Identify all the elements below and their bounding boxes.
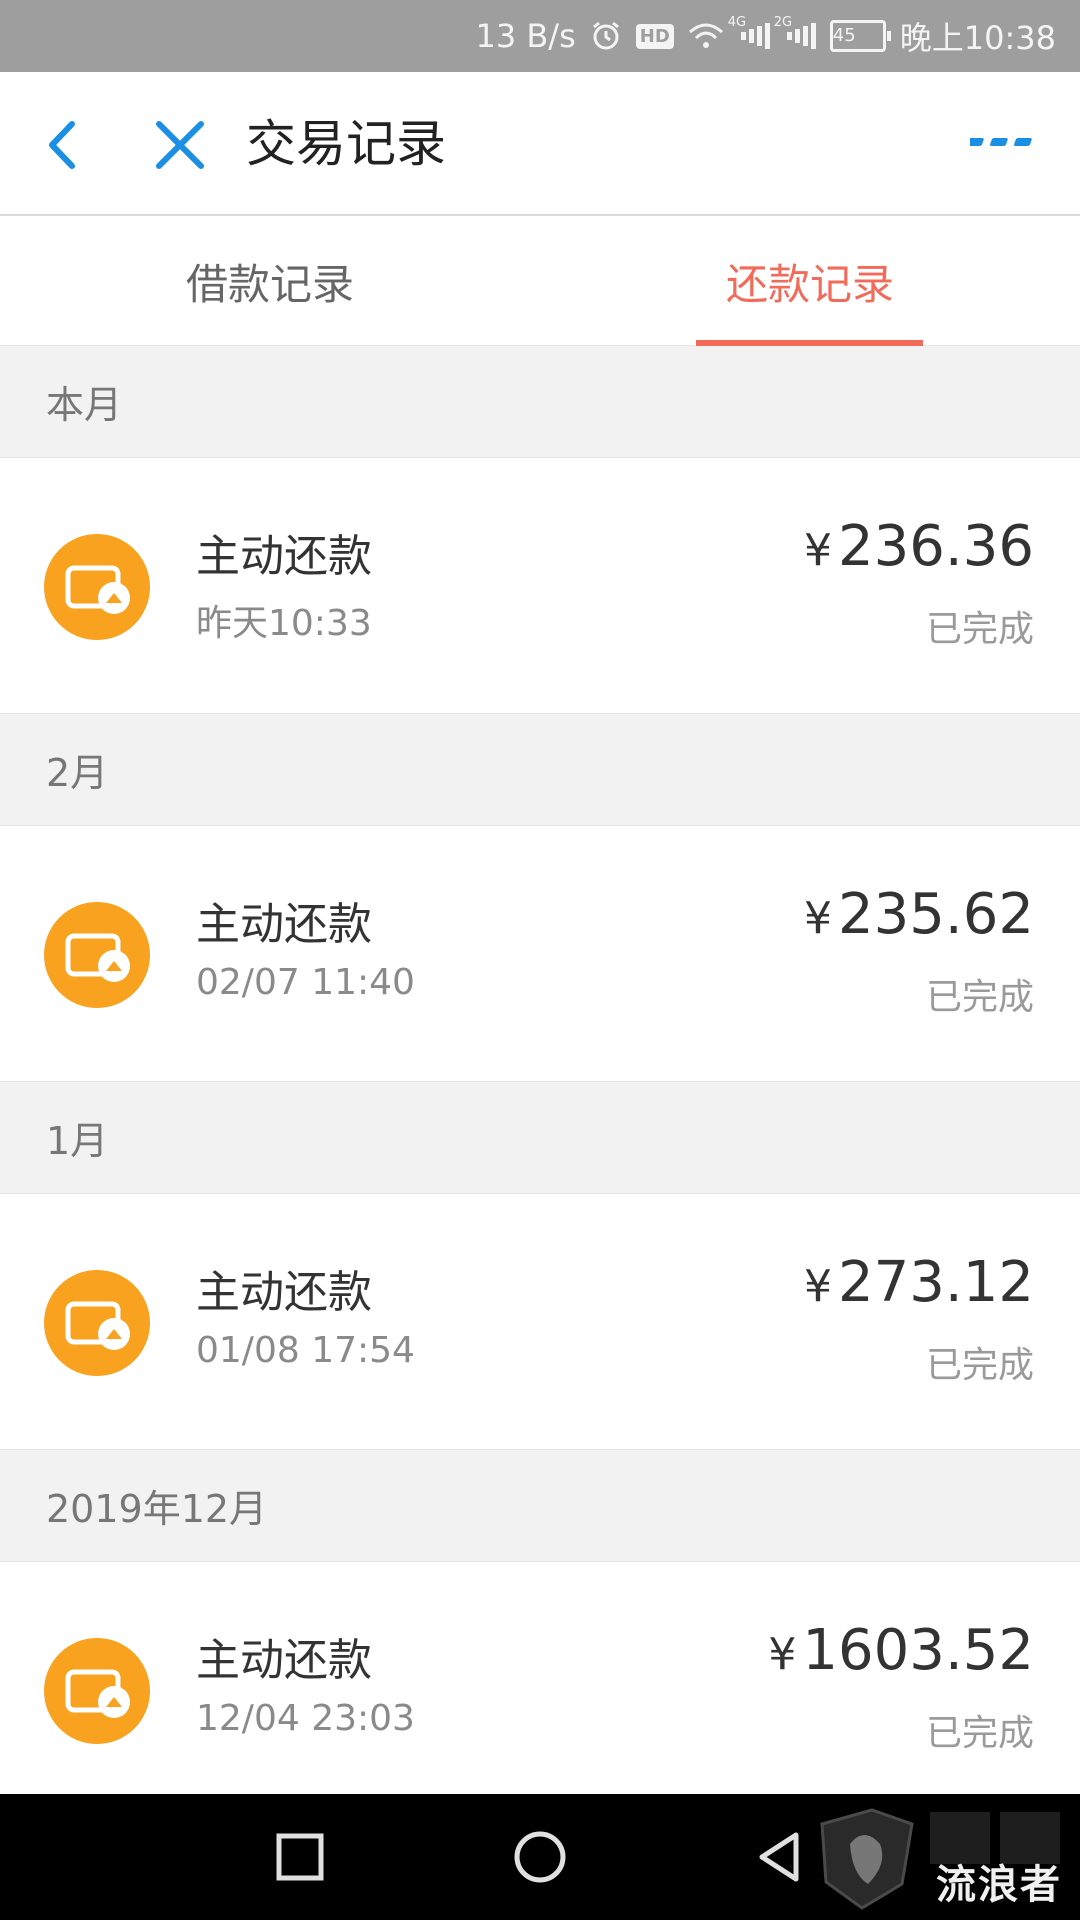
amount-value: 273.12 — [838, 1250, 1034, 1315]
wallet-repay-icon — [44, 902, 150, 1008]
record-amount: ¥ 1603.52 — [768, 1618, 1034, 1683]
record-status: 已完成 — [925, 1345, 1034, 1386]
alarm-icon — [590, 20, 622, 52]
currency-symbol: ¥ — [804, 893, 833, 944]
list-item[interactable]: 主动还款 昨天10:33 ¥ 236.36 已完成 — [0, 458, 1080, 714]
record-amount: ¥ 236.36 — [804, 514, 1034, 579]
circle-icon — [514, 1831, 566, 1883]
wallet-repay-icon — [44, 534, 150, 640]
watermark-text: 流浪者 — [936, 1862, 1062, 1908]
network-speed: 13 B/s — [475, 17, 576, 55]
section-header: 2019年12月 — [0, 1450, 1080, 1562]
more-button[interactable] — [966, 128, 1040, 158]
record-title: 主动还款 — [196, 1635, 372, 1686]
wallet-repay-icon — [44, 1638, 150, 1744]
currency-symbol: ¥ — [768, 1629, 797, 1680]
section-header: 1月 — [0, 1082, 1080, 1194]
close-button[interactable] — [145, 110, 215, 180]
record-amount: ¥ 235.62 — [804, 882, 1034, 947]
watermark: 流浪者 — [802, 1804, 1072, 1914]
page-title: 交易记录 — [246, 115, 446, 173]
hd-icon: HD — [635, 23, 674, 49]
list-item[interactable]: 主动还款 02/07 11:40 ¥ 235.62 已完成 — [0, 826, 1080, 1082]
tab-loan-records[interactable]: 借款记录 — [0, 216, 540, 346]
amount-value: 1603.52 — [802, 1618, 1034, 1683]
app-header: 交易记录 — [0, 72, 1080, 216]
record-time: 12/04 23:03 — [196, 1698, 415, 1739]
currency-symbol: ¥ — [804, 1261, 833, 1312]
record-status: 已完成 — [925, 609, 1034, 650]
chevron-left-icon — [49, 121, 75, 169]
record-time: 01/08 17:54 — [196, 1330, 415, 1371]
list-item[interactable]: 主动还款 01/08 17:54 ¥ 273.12 已完成 — [0, 1194, 1080, 1450]
home-button[interactable] — [508, 1827, 572, 1887]
battery-icon: 45 — [829, 20, 891, 52]
record-title: 主动还款 — [196, 1267, 372, 1318]
record-time: 昨天10:33 — [196, 603, 372, 644]
signal-2g-icon: 2G — [774, 15, 816, 51]
record-status: 已完成 — [925, 977, 1034, 1018]
section-header: 本月 — [0, 346, 1080, 458]
signal-4g-icon: 4G — [728, 15, 770, 51]
record-title: 主动还款 — [196, 531, 372, 582]
back-button[interactable] — [36, 110, 96, 180]
record-title: 主动还款 — [196, 899, 372, 950]
currency-symbol: ¥ — [804, 525, 833, 576]
tab-bar: 借款记录 还款记录 — [0, 216, 1080, 346]
record-amount: ¥ 273.12 — [804, 1250, 1034, 1315]
more-icon — [966, 138, 1032, 146]
clock: 晚上10:38 — [899, 19, 1056, 57]
square-icon — [276, 1833, 324, 1881]
record-time: 02/07 11:40 — [196, 962, 415, 1003]
wallet-repay-icon — [44, 1270, 150, 1376]
recents-button[interactable] — [268, 1827, 332, 1887]
close-icon — [156, 121, 204, 169]
record-status: 已完成 — [925, 1713, 1034, 1754]
wifi-icon — [688, 22, 724, 50]
tab-repayment-records[interactable]: 还款记录 — [540, 216, 1080, 346]
status-bar: 13 B/s HD 4G 2G 45 晚上10:38 — [0, 0, 1080, 72]
amount-value: 235.62 — [838, 882, 1034, 947]
list-item[interactable]: 主动还款 12/04 23:03 ¥ 1603.52 已完成 — [0, 1562, 1080, 1794]
amount-value: 236.36 — [838, 514, 1034, 579]
section-header: 2月 — [0, 714, 1080, 826]
